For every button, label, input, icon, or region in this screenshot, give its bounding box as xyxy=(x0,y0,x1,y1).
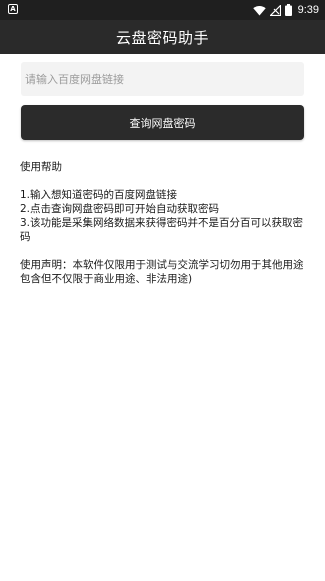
help-heading: 使用帮助 xyxy=(20,161,62,173)
wifi-icon xyxy=(252,1,266,20)
app-toolbar: 云盘密码助手 xyxy=(0,20,325,54)
app-screen: A 9:39 云盘密码助手 请输入百度网盘链接 查询网盘密码 使用帮助 1.输入… xyxy=(0,0,325,581)
page-title: 云盘密码助手 xyxy=(115,28,209,47)
signal-icon xyxy=(268,1,281,20)
status-time: 9:39 xyxy=(297,4,319,16)
status-right: 9:39 xyxy=(252,0,319,20)
baidu-link-input[interactable] xyxy=(21,62,304,96)
status-bar: A 9:39 xyxy=(0,0,325,20)
disclaimer-text: 使用声明：本软件仅限用于测试与交流学习切勿用于其他用途包含但不仅限于商业用途、非… xyxy=(20,259,304,285)
help-section: 使用帮助 1.输入想知道密码的百度网盘链接 2.点击查询网盘密码即可开始自动获取… xyxy=(20,160,310,286)
help-step-3: 3.该功能是采集网络数据来获得密码并不是百分百可以获取密码 xyxy=(20,217,304,243)
query-password-button[interactable]: 查询网盘密码 xyxy=(21,105,304,140)
link-input-container xyxy=(21,62,304,96)
app-notification-icon: A xyxy=(8,4,18,14)
help-step-1: 1.输入想知道密码的百度网盘链接 xyxy=(20,189,178,201)
battery-icon xyxy=(284,1,292,20)
help-step-2: 2.点击查询网盘密码即可开始自动获取密码 xyxy=(20,203,220,215)
